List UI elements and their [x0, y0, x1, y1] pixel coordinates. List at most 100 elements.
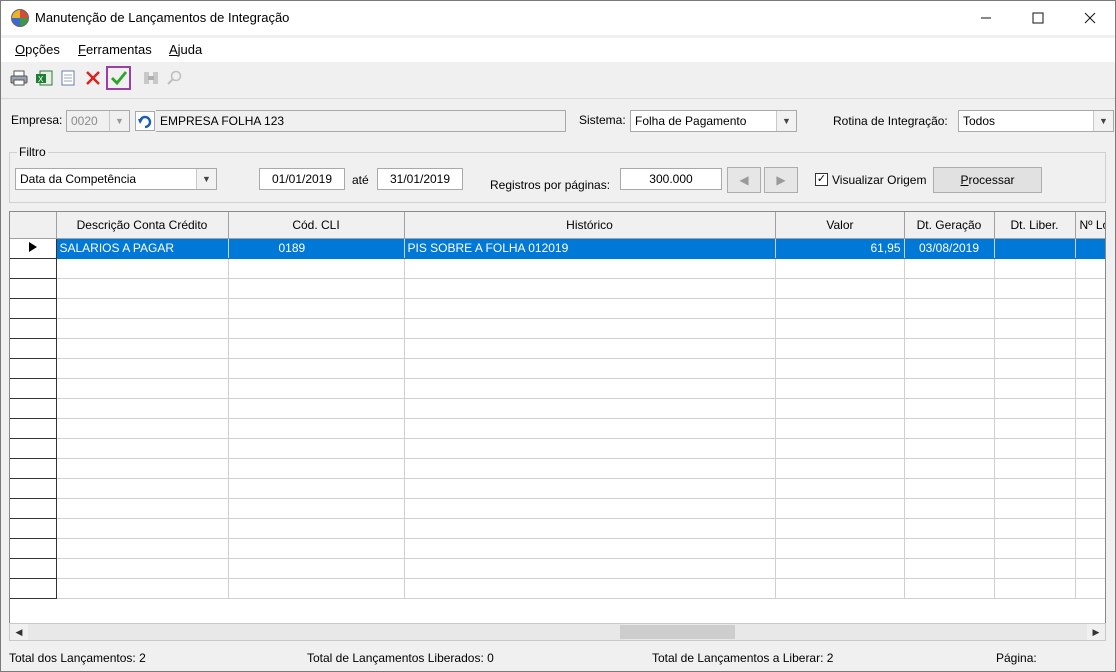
empty-cell: [56, 578, 229, 599]
empty-cell: [1075, 318, 1105, 339]
excel-export-icon[interactable]: X: [34, 68, 54, 88]
column-header-dt-liber[interactable]: Dt. Liber.: [994, 212, 1076, 239]
next-page-button[interactable]: ▶: [764, 167, 798, 193]
scroll-right-icon[interactable]: ▶: [1087, 624, 1105, 640]
maximize-button[interactable]: [1015, 1, 1061, 35]
empty-cell: [994, 558, 1076, 579]
title-bar: Manutenção de Lançamentos de Integração: [1, 1, 1115, 35]
empty-cell: [1075, 298, 1105, 319]
empty-cell: [1075, 478, 1105, 499]
empresa-lookup-icon[interactable]: [135, 111, 155, 131]
menu-ferramentas[interactable]: Ferramentas: [78, 42, 152, 57]
empty-cell: [994, 278, 1076, 299]
empty-cell: [1075, 358, 1105, 379]
empty-cell: [404, 318, 776, 339]
delete-icon[interactable]: [83, 68, 103, 88]
empty-cell: [1075, 338, 1105, 359]
column-header-valor[interactable]: Valor: [775, 212, 905, 239]
empty-cell: [56, 258, 229, 279]
empty-cell: [904, 278, 995, 299]
scrollbar-thumb[interactable]: [620, 625, 735, 639]
empty-cell: [1075, 578, 1105, 599]
table-row[interactable]: SALARIOS A PAGAR 0189 PIS SOBRE A FOLHA …: [10, 238, 1105, 259]
row-indicator: [10, 558, 57, 579]
column-header-descricao[interactable]: Descrição Conta Crédito: [56, 212, 229, 239]
cell-dt-liber[interactable]: [994, 238, 1076, 259]
confirm-icon[interactable]: [106, 66, 131, 90]
column-header-no-lote[interactable]: Nº Lo: [1075, 212, 1105, 239]
empty-cell: [404, 438, 776, 459]
sistema-label: Sistema:: [579, 113, 626, 127]
empty-cell: [904, 478, 995, 499]
empresa-label: Empresa:: [11, 113, 63, 127]
rotina-combo[interactable]: Todos ▼: [958, 110, 1114, 132]
table-row-empty: [10, 338, 1105, 359]
empty-cell: [228, 478, 405, 499]
app-logo-icon: [11, 9, 29, 27]
cell-no-lote[interactable]: 0: [1075, 238, 1105, 259]
empty-cell: [994, 398, 1076, 419]
cell-dt-geracao[interactable]: 03/08/2019: [904, 238, 995, 259]
current-row-arrow-icon: [28, 242, 37, 252]
empty-cell: [994, 318, 1076, 339]
chevron-left-icon: ◀: [739, 173, 749, 187]
empty-cell: [56, 558, 229, 579]
table-row-empty: [10, 518, 1105, 539]
row-indicator: [10, 418, 57, 439]
empty-cell: [228, 378, 405, 399]
zoom-icon[interactable]: [164, 68, 184, 88]
rotina-value: Todos: [963, 114, 996, 128]
scroll-left-icon[interactable]: ◀: [10, 624, 28, 640]
empty-cell: [904, 338, 995, 359]
minimize-button[interactable]: [963, 1, 1009, 35]
column-header-historico[interactable]: Histórico: [404, 212, 776, 239]
chevron-down-icon[interactable]: ▼: [196, 169, 216, 189]
date-to-field[interactable]: 31/01/2019: [377, 168, 463, 190]
table-row-empty: [10, 298, 1105, 319]
structure-icon[interactable]: [141, 68, 161, 88]
visualizar-origem-checkbox[interactable]: ✓: [815, 173, 828, 186]
document-icon[interactable]: [58, 68, 78, 88]
processar-button[interactable]: Processar: [933, 167, 1042, 193]
sistema-combo[interactable]: Folha de Pagamento ▼: [630, 110, 797, 132]
cell-descricao[interactable]: SALARIOS A PAGAR: [56, 238, 229, 259]
cell-valor[interactable]: 61,95: [775, 238, 905, 259]
empty-cell: [1075, 518, 1105, 539]
cell-historico[interactable]: PIS SOBRE A FOLHA 012019: [404, 238, 776, 259]
empty-cell: [404, 478, 776, 499]
empty-cell: [228, 578, 405, 599]
empty-cell: [994, 418, 1076, 439]
horizontal-scrollbar[interactable]: ◀ ▶: [9, 623, 1106, 641]
column-header-cod-cli[interactable]: Cód. CLI: [228, 212, 405, 239]
empty-cell: [904, 458, 995, 479]
chevron-right-icon: ▶: [776, 173, 786, 187]
empresa-code-combo[interactable]: 0020 ▼: [66, 110, 130, 132]
grid-header-row: Descrição Conta Crédito Cód. CLI Históri…: [10, 212, 1105, 239]
cell-cod-cli[interactable]: 0189: [228, 238, 405, 259]
empty-cell: [775, 338, 905, 359]
date-type-combo[interactable]: Data da Competência ▼: [15, 168, 217, 190]
empty-cell: [775, 378, 905, 399]
chevron-down-icon[interactable]: ▼: [109, 111, 129, 131]
empty-cell: [404, 338, 776, 359]
row-indicator: [10, 438, 57, 459]
status-total-lancamentos: Total dos Lançamentos: 2: [9, 651, 146, 665]
empty-cell: [904, 498, 995, 519]
table-row-empty: [10, 558, 1105, 579]
previous-page-button[interactable]: ◀: [727, 167, 761, 193]
registros-field[interactable]: 300.000: [620, 168, 722, 190]
maximize-icon: [1032, 12, 1044, 24]
window-title: Manutenção de Lançamentos de Integração: [35, 10, 290, 25]
close-button[interactable]: [1067, 1, 1113, 35]
empresa-name-field: EMPRESA FOLHA 123: [156, 110, 566, 132]
chevron-down-icon[interactable]: ▼: [1093, 111, 1113, 131]
empty-cell: [994, 358, 1076, 379]
empty-cell: [775, 398, 905, 419]
empty-cell: [904, 558, 995, 579]
menu-opcoes[interactable]: Opções: [15, 42, 60, 57]
date-from-field[interactable]: 01/01/2019: [259, 168, 345, 190]
chevron-down-icon[interactable]: ▼: [776, 111, 796, 131]
column-header-dt-geracao[interactable]: Dt. Geração: [904, 212, 995, 239]
menu-ajuda[interactable]: Ajuda: [169, 42, 202, 57]
printer-icon[interactable]: [9, 68, 29, 88]
